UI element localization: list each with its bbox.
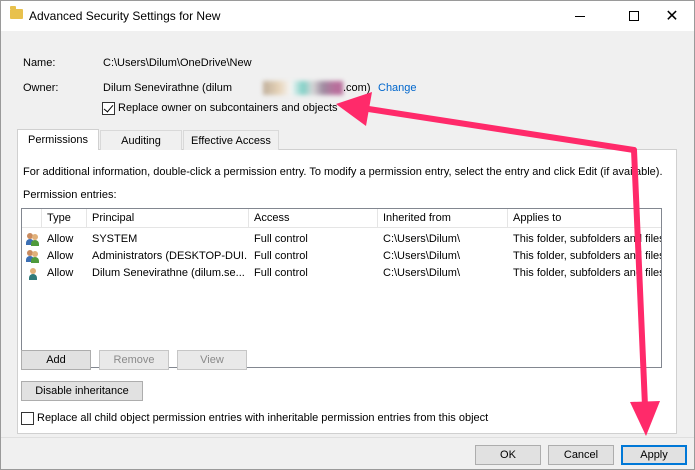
list-header: Type Principal Access Inherited from App…: [22, 209, 661, 228]
replace-child-permissions-label: Replace all child object permission entr…: [37, 412, 489, 424]
disable-inheritance-button[interactable]: Disable inheritance: [21, 381, 143, 401]
footer-divider: [1, 437, 694, 438]
replace-child-permissions-checkbox[interactable]: [21, 412, 34, 425]
group-users-icon: [26, 233, 40, 246]
cancel-button[interactable]: Cancel: [548, 445, 614, 465]
owner-label: Owner:: [23, 82, 59, 94]
permission-entries-list[interactable]: Type Principal Access Inherited from App…: [21, 208, 662, 368]
name-value: C:\Users\Dilum\OneDrive\New: [103, 57, 252, 69]
ok-button[interactable]: OK: [475, 445, 541, 465]
row-access: Full control: [254, 250, 308, 262]
row-principal: Administrators (DESKTOP-DUI...: [92, 250, 247, 262]
owner-redaction: [263, 81, 343, 95]
minimize-button[interactable]: [557, 1, 603, 31]
column-header-access[interactable]: Access: [249, 209, 378, 228]
row-inherited-from: C:\Users\Dilum\: [383, 267, 461, 279]
icon-column-header: [22, 209, 42, 228]
add-button[interactable]: Add: [21, 350, 91, 370]
tab-permissions[interactable]: Permissions: [17, 129, 99, 150]
row-type: Allow: [47, 233, 74, 245]
info-text: For additional information, double-click…: [23, 166, 663, 178]
table-row[interactable]: Allow SYSTEM Full control C:\Users\Dilum…: [22, 231, 661, 248]
column-header-type[interactable]: Type: [42, 209, 87, 228]
row-type: Allow: [47, 267, 74, 279]
remove-button[interactable]: Remove: [99, 350, 169, 370]
row-inherited-from: C:\Users\Dilum\: [383, 250, 461, 262]
user-icon: [26, 267, 40, 280]
row-access: Full control: [254, 267, 308, 279]
column-header-principal[interactable]: Principal: [87, 209, 249, 228]
row-inherited-from: C:\Users\Dilum\: [383, 233, 461, 245]
row-applies-to: This folder, subfolders and files: [513, 250, 661, 262]
title-bar: Advanced Security Settings for New ✕: [1, 1, 694, 31]
replace-owner-checkbox[interactable]: [102, 102, 115, 115]
row-access: Full control: [254, 233, 308, 245]
close-icon: ✕: [665, 8, 679, 25]
change-owner-link[interactable]: Change: [378, 82, 417, 94]
table-row[interactable]: Allow Dilum Senevirathne (dilum.se... Fu…: [22, 265, 661, 282]
row-principal: Dilum Senevirathne (dilum.se...: [92, 267, 245, 279]
folder-icon: [10, 6, 23, 19]
row-applies-to: This folder, subfolders and files: [513, 233, 661, 245]
tab-auditing[interactable]: Auditing: [100, 130, 182, 150]
apply-button[interactable]: Apply: [621, 445, 687, 465]
column-header-inherited-from[interactable]: Inherited from: [378, 209, 508, 228]
column-header-applies-to[interactable]: Applies to: [508, 209, 661, 228]
row-type: Allow: [47, 250, 74, 262]
name-label: Name:: [23, 57, 56, 69]
replace-owner-label: Replace owner on subcontainers and objec…: [118, 102, 338, 114]
row-applies-to: This folder, subfolders and files: [513, 267, 661, 279]
tab-effective-access[interactable]: Effective Access: [183, 130, 279, 150]
permission-entries-label: Permission entries:: [23, 189, 117, 201]
window-title: Advanced Security Settings for New: [29, 9, 221, 23]
advanced-security-settings-window: Advanced Security Settings for New ✕ Nam…: [0, 0, 695, 470]
maximize-icon: [629, 11, 639, 21]
view-button[interactable]: View: [177, 350, 247, 370]
owner-value-suffix: .com): [343, 82, 371, 94]
minimize-icon: [575, 15, 585, 17]
close-button[interactable]: ✕: [649, 1, 695, 31]
owner-value-prefix: Dilum Senevirathne (dilum: [103, 82, 232, 94]
row-principal: SYSTEM: [92, 233, 138, 245]
table-row[interactable]: Allow Administrators (DESKTOP-DUI... Ful…: [22, 248, 661, 265]
group-users-icon: [26, 250, 40, 263]
